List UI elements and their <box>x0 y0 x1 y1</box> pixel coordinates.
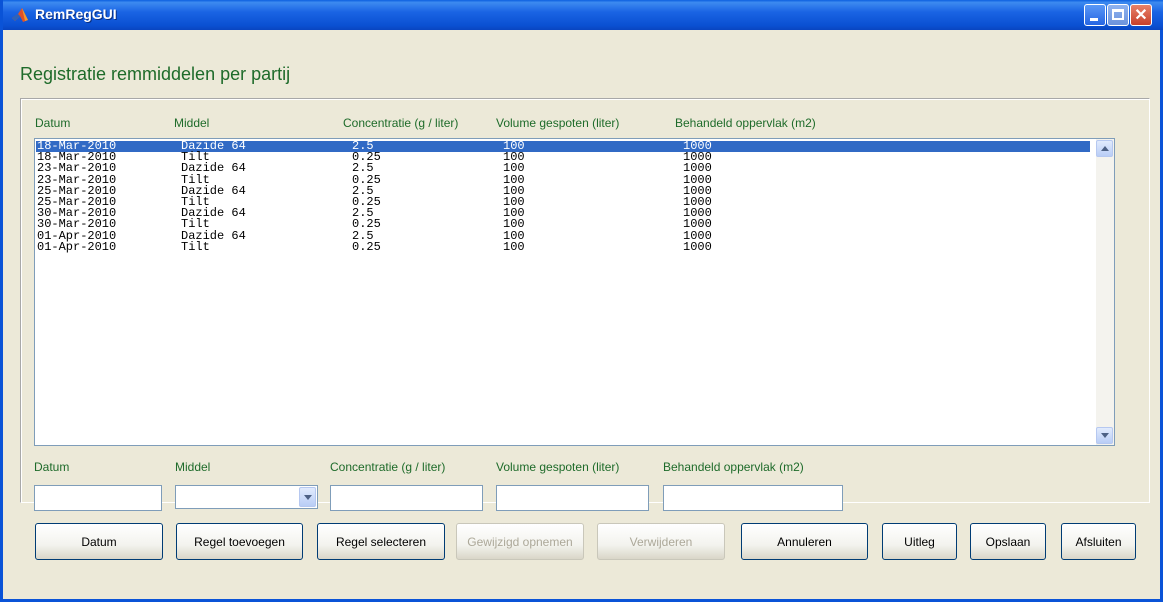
scroll-down-button[interactable] <box>1096 427 1113 444</box>
dropdown-button[interactable] <box>299 487 316 507</box>
list-cell: 01-Apr-2010 <box>37 239 117 254</box>
vertical-scrollbar[interactable] <box>1096 139 1114 445</box>
chevron-down-icon <box>303 494 312 500</box>
annuleren-button[interactable]: Annuleren <box>741 523 868 560</box>
maximize-icon <box>1112 9 1124 20</box>
list-cell: 0.25 <box>352 239 381 254</box>
oppervlak-input[interactable] <box>663 485 843 511</box>
chevron-down-icon <box>1100 433 1109 438</box>
list-cell: Tilt <box>181 239 210 254</box>
volume-input[interactable] <box>496 485 649 511</box>
datum-button[interactable]: Datum <box>35 523 163 560</box>
middel-select[interactable] <box>175 485 318 509</box>
close-icon: ✕ <box>1134 7 1148 24</box>
regel-selecteren-button[interactable]: Regel selecteren <box>317 523 445 560</box>
column-header-concentratie: Concentratie (g / liter) <box>343 116 459 130</box>
list-cell: 1000 <box>683 239 712 254</box>
column-header-middel: Middel <box>174 116 210 130</box>
page-title: Registratie remmiddelen per partij <box>20 64 291 84</box>
afsluiten-button[interactable]: Afsluiten <box>1061 523 1136 560</box>
concentratie-input[interactable] <box>330 485 483 511</box>
maximize-button[interactable] <box>1107 4 1129 26</box>
column-header-oppervlak: Behandeld oppervlak (m2) <box>675 116 816 130</box>
title-bar[interactable]: RemRegGUI ✕ <box>3 0 1163 30</box>
column-header-datum: Datum <box>35 116 71 130</box>
window-title: RemRegGUI <box>35 6 117 22</box>
datum-input[interactable] <box>34 485 162 511</box>
column-header-volume: Volume gespoten (liter) <box>496 116 620 130</box>
field-label-middel: Middel <box>175 460 211 474</box>
field-label-volume: Volume gespoten (liter) <box>496 460 620 474</box>
close-button[interactable]: ✕ <box>1130 4 1152 26</box>
list-item[interactable]: 01-Apr-2010 Tilt 0.25 100 1000 <box>36 239 1090 254</box>
uitleg-button[interactable]: Uitleg <box>882 523 957 560</box>
gewijzigd-opnemen-button[interactable]: Gewijzigd opnemen <box>456 523 584 560</box>
chevron-up-icon <box>1100 146 1109 151</box>
verwijderen-button[interactable]: Verwijderen <box>597 523 725 560</box>
matlab-logo-icon <box>12 8 28 22</box>
scroll-up-button[interactable] <box>1096 140 1113 157</box>
field-label-datum: Datum <box>34 460 70 474</box>
opslaan-button[interactable]: Opslaan <box>970 523 1046 560</box>
minimize-button[interactable] <box>1084 4 1106 26</box>
list-cell: 100 <box>503 239 525 254</box>
field-label-oppervlak: Behandeld oppervlak (m2) <box>663 460 804 474</box>
minimize-icon <box>1090 18 1098 21</box>
records-listbox[interactable]: 18-Mar-2010 Dazide 64 2.5 100 1000 18-Mar-201… <box>34 138 1115 446</box>
regel-toevoegen-button[interactable]: Regel toevoegen <box>176 523 303 560</box>
field-label-concentratie: Concentratie (g / liter) <box>330 460 446 474</box>
